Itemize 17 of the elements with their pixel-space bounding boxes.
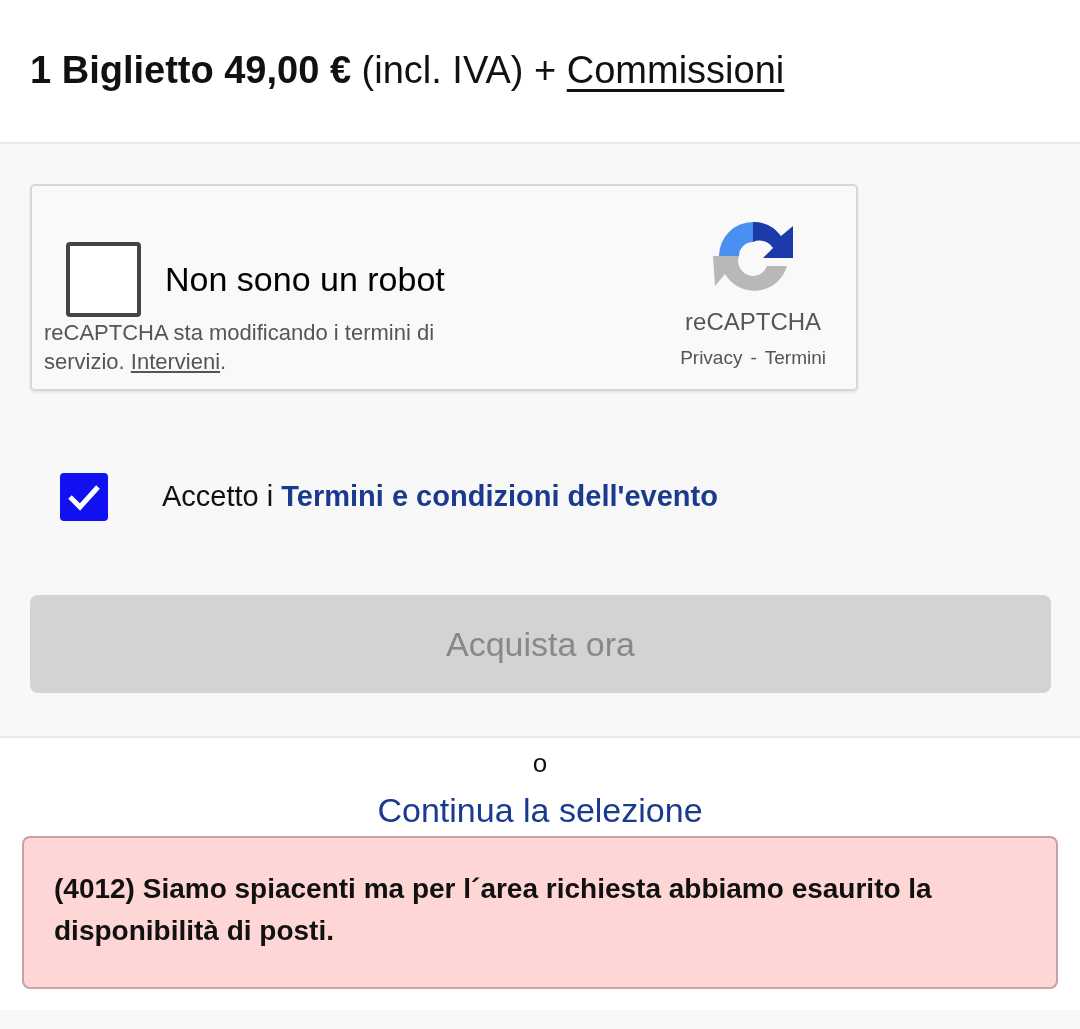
separator-text: - bbox=[750, 346, 757, 370]
recaptcha-checkbox[interactable] bbox=[66, 242, 141, 317]
check-icon bbox=[67, 483, 101, 511]
privacy-link[interactable]: Privacy bbox=[680, 344, 743, 373]
continue-link[interactable]: Continua la selezione bbox=[377, 785, 703, 836]
recaptcha-label: Non sono un robot bbox=[165, 259, 445, 300]
terms-text: Accetto i Termini e condizioni dell'evento bbox=[162, 479, 718, 515]
terms-link[interactable]: Termini bbox=[764, 344, 826, 373]
recaptcha-notice: reCAPTCHA sta modificando i termini di servizio. Intervieni. bbox=[44, 319, 436, 376]
terms-link[interactable]: Termini e condizioni dell'evento bbox=[281, 480, 718, 513]
terms-checkbox[interactable] bbox=[60, 473, 108, 521]
error-toast: (4012) Siamo spiacenti ma per l´area richiesta abbiamo esaurito la disponibilità di posti. bbox=[22, 836, 1058, 989]
recaptcha-brand: reCAPTCHA bbox=[685, 307, 822, 337]
fees-link[interactable]: Commissioni bbox=[566, 49, 785, 91]
price-text: 1 Biglietto 49,00 € (incl. IVA) + Commissioni bbox=[30, 49, 785, 91]
intervene-link[interactable]: Intervieni bbox=[130, 348, 221, 374]
or-text: o bbox=[532, 747, 548, 780]
